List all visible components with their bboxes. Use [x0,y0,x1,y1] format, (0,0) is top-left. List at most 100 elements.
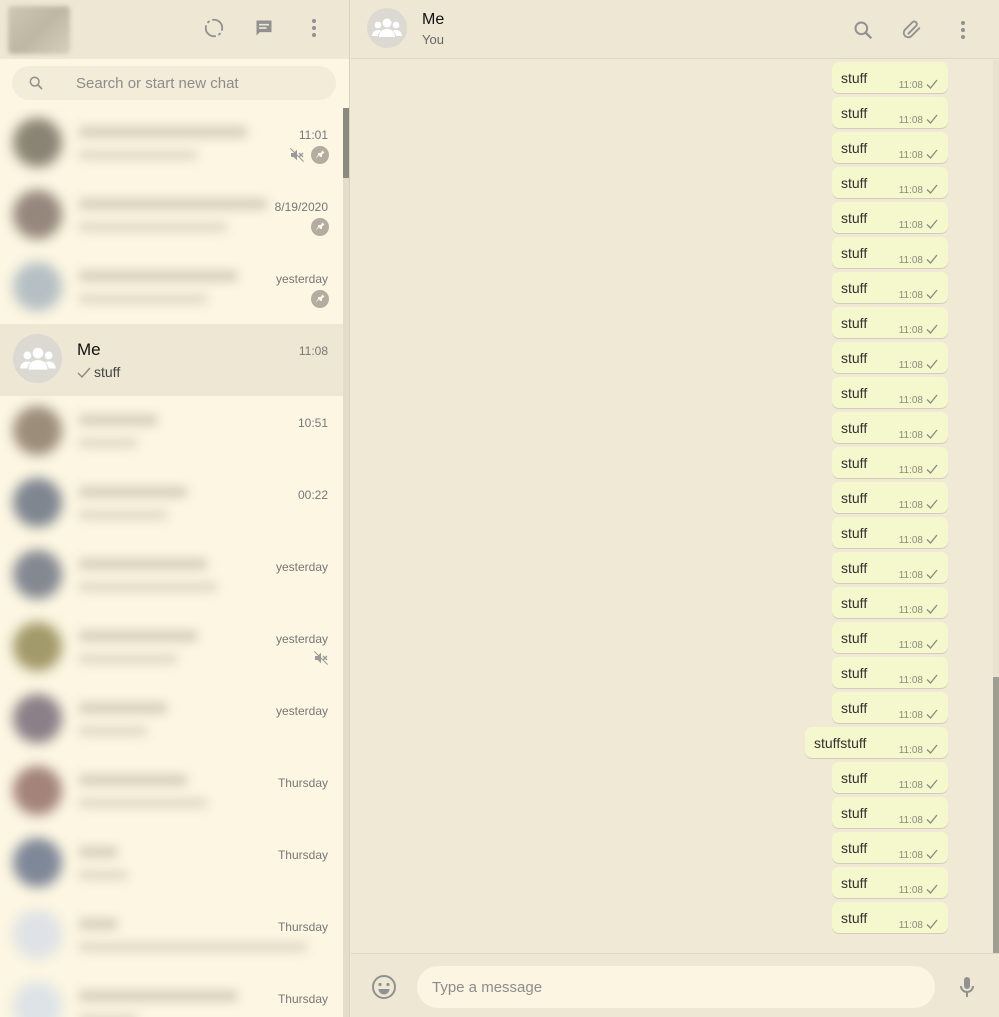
mic-icon[interactable] [955,975,979,999]
message-bubble[interactable]: stuff 11:08 [832,832,948,863]
message-meta: 11:08 [899,254,938,267]
message-bubble[interactable]: stuff 11:08 [832,377,948,408]
muted-icon [289,147,305,168]
chat-name-redacted [78,486,188,498]
chat-avatar [13,550,62,599]
chat-name-redacted [78,630,198,642]
message-bubble[interactable]: stuff 11:08 [832,412,948,443]
message-meta: 11:08 [899,114,938,127]
muted-icon [313,650,329,671]
chat-preview-redacted [78,654,178,664]
search-input[interactable] [76,66,326,100]
message-bubble[interactable]: stuff 11:08 [832,272,948,303]
profile-avatar[interactable] [8,6,70,54]
pin-icon [311,218,329,241]
message-time: 11:08 [898,850,923,861]
chat-list-item[interactable]: 8/19/2020 [0,180,343,252]
message-time: 11:08 [898,605,923,616]
chat-list-item[interactable]: yesterday [0,540,343,612]
message-text: stuff [841,805,868,821]
chat-status-icons [311,218,329,241]
chat-list-item[interactable]: Thursday [0,900,343,972]
message-bubble[interactable]: stuff 11:08 [832,587,948,618]
message-bubble[interactable]: stuff 11:08 [832,622,948,653]
message-text: stuff [841,420,868,436]
new-chat-icon[interactable] [252,16,276,40]
message-bubble[interactable]: stuff 11:08 [832,902,948,933]
sent-check-icon [926,779,938,792]
chat-avatar [13,406,62,455]
message-bubble[interactable]: stuff 11:08 [832,657,948,688]
message-bubble[interactable]: stuff 11:08 [832,307,948,338]
emoji-icon[interactable] [371,974,397,1000]
message-bubble[interactable]: stuff 11:08 [832,97,948,128]
status-icon[interactable] [202,16,226,40]
attach-icon[interactable] [900,18,924,42]
sent-check-icon [926,464,938,477]
message-meta: 11:08 [899,499,938,512]
chat-avatar [13,838,62,887]
sidebar-scroll-thumb[interactable] [343,108,349,178]
message-bubble[interactable]: stuff 11:08 [832,552,948,583]
message-bubble[interactable]: stuff 11:08 [832,167,948,198]
message-meta: 11:08 [899,709,938,722]
search-box[interactable] [12,66,336,100]
message-bubble[interactable]: stuff 11:08 [832,482,948,513]
message-bubble[interactable]: stuffstuff 11:08 [805,727,948,758]
chat-list-item[interactable]: yesterday [0,612,343,684]
message-scrollbar[interactable] [993,60,999,953]
message-meta: 11:08 [899,184,938,197]
chat-list-item[interactable]: Thursday [0,756,343,828]
sidebar-scrollbar[interactable] [343,108,349,1017]
conversation-header[interactable]: Me You [351,0,999,59]
message-meta: 11:08 [899,394,938,407]
chat-list-item[interactable]: Thursday [0,828,343,900]
message-bubble[interactable]: stuff 11:08 [832,762,948,793]
chat-timestamp: 8/19/2020 [274,200,328,214]
message-meta: 11:08 [899,919,938,932]
conversation-title: Me [422,11,445,28]
chat-list-item[interactable]: yesterday [0,252,343,324]
chat-list-item[interactable]: 00:22 [0,468,343,540]
message-bubble[interactable]: stuff 11:08 [832,132,948,163]
message-bubble[interactable]: stuff 11:08 [832,797,948,828]
chat-timestamp: yesterday [275,632,328,646]
message-scroll-thumb[interactable] [993,677,999,953]
message-input-box[interactable] [417,966,935,1008]
pin-icon [311,290,329,313]
message-meta: 11:08 [899,604,938,617]
chat-list-item[interactable]: Thursdayweb [0,972,343,1017]
message-pane: stuff 11:08 stuff 11:08 stuff 11:08 stuff 11:08… [351,60,999,953]
message-input[interactable] [432,966,922,1008]
message-bubble[interactable]: stuff 11:08 [832,692,948,723]
message-meta: 11:08 [899,569,938,582]
message-bubble[interactable]: stuff 11:08 [832,342,948,373]
message-bubble[interactable]: stuff 11:08 [832,517,948,548]
search-icon[interactable] [851,18,875,42]
chat-status-icons [313,650,329,671]
message-time: 11:08 [898,220,923,231]
conversation-menu-icon[interactable] [951,18,975,42]
message-text: stuff [841,840,868,856]
message-text: stuff [841,105,868,121]
chat-list-item[interactable]: Me stuff 11:08 [0,324,343,396]
menu-icon[interactable] [302,16,326,40]
chat-name-redacted [78,774,188,786]
message-bubble[interactable]: stuff 11:08 [832,202,948,233]
message-time: 11:08 [898,640,923,651]
message-bubble[interactable]: stuff 11:08 [832,237,948,268]
message-bubble[interactable]: stuff 11:08 [832,62,948,93]
chat-name-redacted [78,126,248,138]
message-meta: 11:08 [899,359,938,372]
message-time: 11:08 [898,710,923,721]
chat-list-item[interactable]: 11:01 [0,108,343,180]
search-icon [29,76,43,90]
message-bubble[interactable]: stuff 11:08 [832,867,948,898]
group-avatar[interactable] [367,8,407,48]
chat-timestamp: Thursday [277,848,328,862]
chat-list-item[interactable]: yesterday [0,684,343,756]
message-bubble[interactable]: stuff 11:08 [832,447,948,478]
message-meta: 11:08 [899,744,938,757]
chat-avatar [13,118,62,167]
chat-list-item[interactable]: 10:51 [0,396,343,468]
